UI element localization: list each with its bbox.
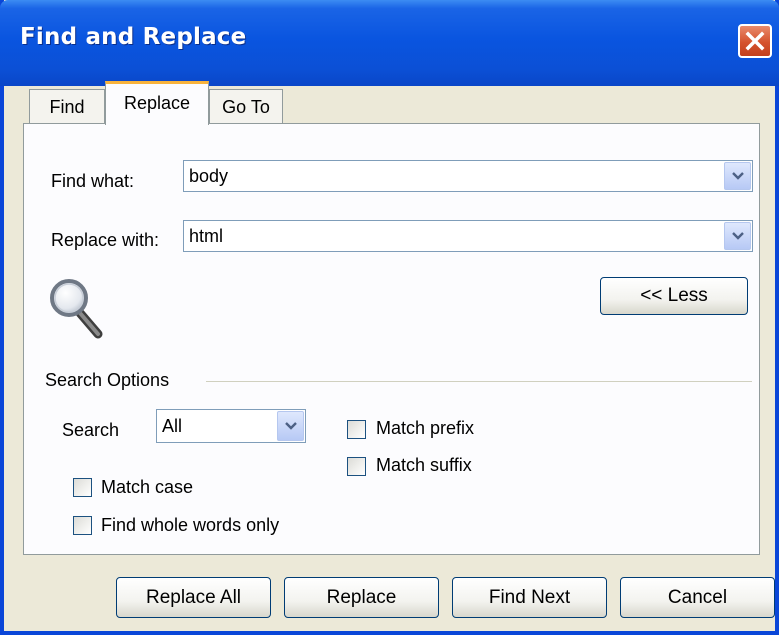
less-button[interactable]: << Less [600,277,748,315]
find-what-dropdown-button[interactable] [724,162,751,190]
match-prefix-checkbox[interactable] [347,420,366,439]
tab-find[interactable]: Find [29,89,105,123]
match-suffix-label: Match suffix [376,455,472,475]
tab-go-to-label: Go To [222,97,270,117]
find-what-label: Find what: [51,171,135,191]
tab-find-label: Find [49,97,85,117]
dropdown-arrow-icon [731,232,744,240]
close-icon [745,31,765,51]
cancel-label: Cancel [667,587,728,608]
replace-all-label: Replace All [145,587,242,608]
dropdown-arrow-icon [284,422,297,430]
search-scope-select[interactable]: All [156,409,306,443]
tab-replace[interactable]: Replace [105,81,209,125]
search-options-heading: Search Options [45,370,170,390]
whole-words-checkbox[interactable] [73,516,92,535]
cancel-button[interactable]: Cancel [620,577,775,618]
replace-with-combobox[interactable]: html [183,220,753,252]
match-case-checkbox[interactable] [73,478,92,497]
tab-replace-label: Replace [123,93,191,113]
replace-all-button[interactable]: Replace All [116,577,271,618]
search-scope-value: All [162,416,183,436]
find-next-button[interactable]: Find Next [452,577,607,618]
match-prefix-label: Match prefix [376,418,475,438]
replace-with-value[interactable]: html [189,221,223,251]
replace-with-label: Replace with: [51,230,160,250]
match-case-label: Match case [101,477,194,497]
find-what-value[interactable]: body [189,161,228,191]
magnifier-icon [50,279,103,339]
window-title: Find and Replace [20,24,247,50]
whole-words-label: Find whole words only [101,515,280,535]
replace-button[interactable]: Replace [284,577,439,618]
close-button[interactable] [738,24,772,58]
search-scope-label: Search [62,420,120,440]
dropdown-arrow-icon [731,172,744,180]
tab-go-to[interactable]: Go To [209,89,283,123]
search-options-divider [206,381,752,382]
less-button-label: << Less [640,285,708,306]
replace-with-dropdown-button[interactable] [724,222,751,250]
replace-label: Replace [326,587,397,608]
match-suffix-checkbox[interactable] [347,457,366,476]
find-what-combobox[interactable]: body [183,160,753,192]
find-next-label: Find Next [488,587,571,608]
title-bar[interactable]: Find and Replace [0,0,779,86]
search-scope-dropdown-button[interactable] [277,411,304,441]
